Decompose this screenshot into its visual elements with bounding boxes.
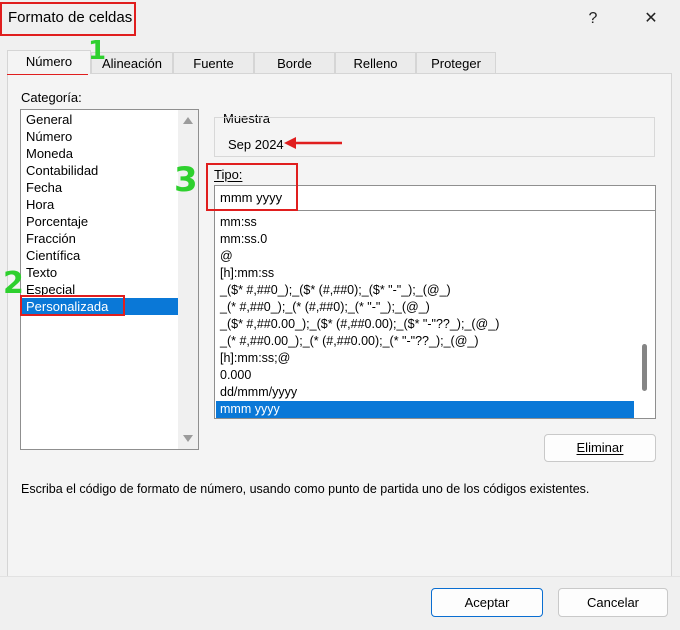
format-code-item[interactable]: _(* #,##0_);_(* (#,##0);_(* "-"_);_(@_)	[216, 299, 634, 316]
category-item[interactable]: Especial	[22, 281, 178, 298]
category-label: Categoría:	[21, 90, 82, 105]
category-item[interactable]: General	[22, 111, 178, 128]
format-code-item-selected[interactable]: mmm yyyy	[216, 401, 634, 418]
format-code-item[interactable]: [h]:mm:ss;@	[216, 350, 634, 367]
step-mark-3: 3	[174, 160, 198, 200]
cancel-button[interactable]: Cancelar	[558, 588, 668, 617]
ok-button[interactable]: Aceptar	[431, 588, 543, 617]
category-item[interactable]: Número	[22, 128, 178, 145]
format-code-item[interactable]: mm:ss.0	[216, 231, 634, 248]
format-code-item[interactable]: 0.000	[216, 367, 634, 384]
sample-box: Sep 2024	[214, 117, 655, 157]
category-list[interactable]: General Número Moneda Contabilidad Fecha…	[20, 109, 199, 450]
category-item[interactable]: Científica	[22, 247, 178, 264]
format-code-list[interactable]: mm:ss mm:ss.0 @ [h]:mm:ss _($* #,##0_);_…	[214, 211, 656, 419]
tab-fuente[interactable]: Fuente	[173, 52, 254, 73]
arrow-annotation-icon	[284, 137, 342, 149]
format-code-item[interactable]: mm:ss	[216, 214, 634, 231]
help-icon[interactable]: ?	[579, 6, 607, 32]
delete-button-label: Eliminar	[576, 440, 624, 455]
format-code-scrollbar[interactable]	[635, 211, 655, 418]
category-item[interactable]: Texto	[22, 264, 178, 281]
tab-borde[interactable]: Borde	[254, 52, 335, 73]
category-item[interactable]: Fecha	[22, 179, 178, 196]
title-bar: Formato de celdas ? ✕	[0, 0, 680, 38]
close-icon[interactable]: ✕	[637, 6, 665, 32]
tab-relleno[interactable]: Relleno	[335, 52, 416, 73]
format-code-item[interactable]: [h]:mm:ss	[216, 265, 634, 282]
scroll-down-icon[interactable]	[183, 435, 193, 442]
dialog-title: Formato de celdas	[8, 9, 133, 26]
format-code-item[interactable]: _(* #,##0.00_);_(* (#,##0.00);_(* "-"??_…	[216, 333, 634, 350]
type-input[interactable]: mmm yyyy	[214, 185, 656, 211]
format-code-item[interactable]: _($* #,##0_);_($* (#,##0);_($* "-"_);_(@…	[216, 282, 634, 299]
format-code-item[interactable]: dd/mmm/yyyy	[216, 384, 634, 401]
format-code-item[interactable]: @	[216, 248, 634, 265]
step-mark-2: 2	[3, 266, 24, 301]
format-code-item[interactable]: _($* #,##0.00_);_($* (#,##0.00);_($* "-"…	[216, 316, 634, 333]
tab-proteger[interactable]: Proteger	[416, 52, 496, 73]
category-item[interactable]: Hora	[22, 196, 178, 213]
hint-text: Escriba el código de formato de número, …	[21, 482, 590, 496]
category-item[interactable]: Fracción	[22, 230, 178, 247]
category-item-selected[interactable]: Personalizada	[22, 298, 178, 315]
scroll-up-icon[interactable]	[183, 117, 193, 124]
category-item[interactable]: Porcentaje	[22, 213, 178, 230]
delete-button[interactable]: Eliminar	[544, 434, 656, 462]
category-item[interactable]: Moneda	[22, 145, 178, 162]
tab-numero[interactable]: Número	[7, 50, 91, 74]
type-label: Tipo:	[214, 167, 243, 182]
sample-value: Sep 2024	[228, 137, 284, 152]
scroll-thumb[interactable]	[642, 344, 647, 391]
footer-divider	[0, 576, 680, 577]
category-item[interactable]: Contabilidad	[22, 162, 178, 179]
